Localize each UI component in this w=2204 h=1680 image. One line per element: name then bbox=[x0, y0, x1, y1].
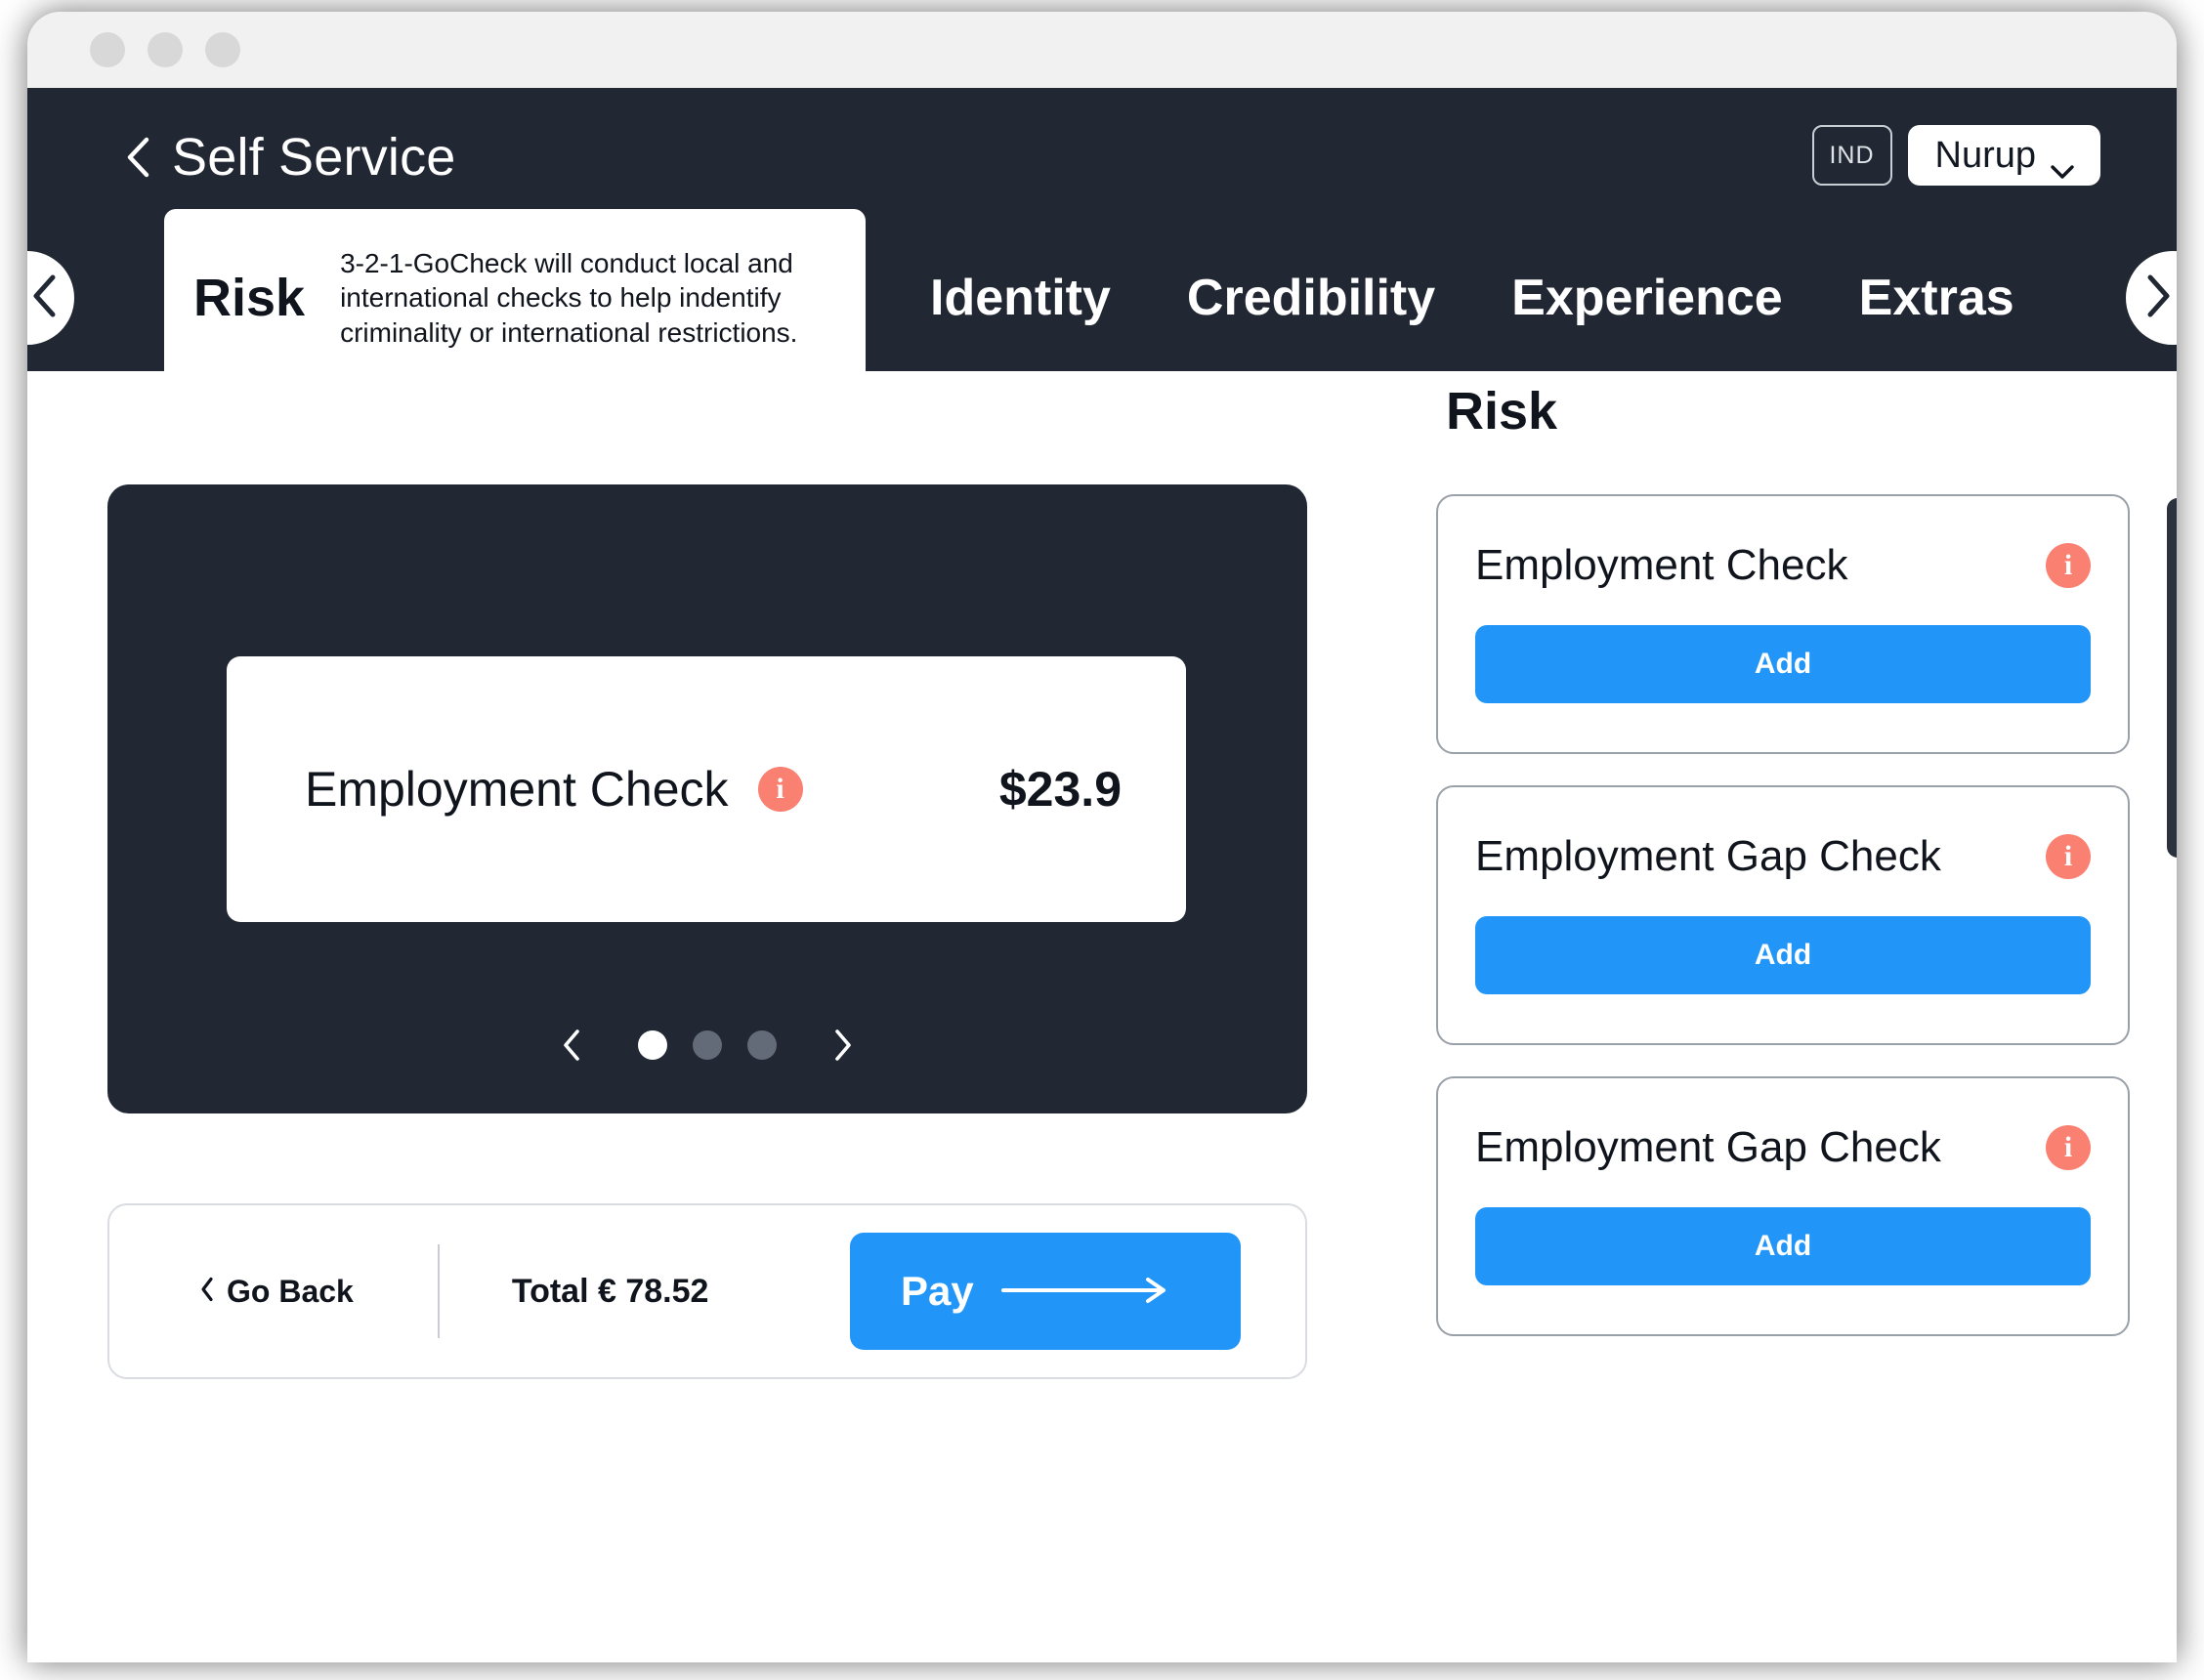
header-actions: IND Nurup bbox=[1811, 125, 2100, 186]
add-check-button[interactable]: Add bbox=[1475, 625, 2091, 703]
close-window-button[interactable] bbox=[90, 32, 125, 67]
tab-list: Risk 3-2-1-GoCheck will conduct local an… bbox=[27, 209, 2177, 387]
category-tab-strip: Risk 3-2-1-GoCheck will conduct local an… bbox=[27, 209, 2177, 387]
main-content: Employment Check i $23.9 Go Back Total €… bbox=[27, 371, 2177, 1660]
header-top-row: Self Service IND Nurup bbox=[27, 88, 2177, 225]
chevron-left-icon bbox=[29, 273, 59, 323]
order-total: Total € 78.52 bbox=[511, 1272, 709, 1310]
check-card: Employment Check i Add bbox=[1436, 494, 2130, 754]
check-card-header: Employment Check i bbox=[1475, 541, 2091, 590]
info-icon[interactable]: i bbox=[2046, 543, 2091, 588]
tab-identity[interactable]: Identity bbox=[930, 269, 1111, 327]
go-back-button[interactable]: Go Back bbox=[199, 1274, 354, 1310]
add-check-button[interactable]: Add bbox=[1475, 916, 2091, 994]
panel-title: Risk bbox=[1446, 382, 1558, 441]
minimize-window-button[interactable] bbox=[148, 32, 183, 67]
check-card: Employment Gap Check i Add bbox=[1436, 1076, 2130, 1336]
available-checks-panel: Risk Employment Check i Add Employment G… bbox=[1405, 371, 2177, 1660]
checkout-divider bbox=[437, 1244, 440, 1338]
check-card: Employment Gap Check i Add bbox=[1436, 785, 2130, 1045]
carousel-next-button[interactable] bbox=[831, 1028, 855, 1063]
check-card-title: Employment Gap Check bbox=[1475, 832, 1941, 880]
pay-button-label: Pay bbox=[901, 1268, 974, 1314]
carousel-prev-button[interactable] bbox=[560, 1028, 583, 1063]
check-card-header: Employment Gap Check i bbox=[1475, 1123, 2091, 1172]
go-back-label: Go Back bbox=[227, 1273, 354, 1309]
chevron-right-icon bbox=[2143, 273, 2173, 323]
tab-extras[interactable]: Extras bbox=[1859, 269, 2014, 327]
window-titlebar bbox=[27, 12, 2177, 88]
tab-risk-active[interactable]: Risk 3-2-1-GoCheck will conduct local an… bbox=[164, 209, 866, 387]
app-header: Self Service IND Nurup Risk 3-2-1-GoChec… bbox=[27, 88, 2177, 387]
check-card-title: Employment Gap Check bbox=[1475, 1123, 1941, 1171]
chevron-left-icon bbox=[199, 1274, 215, 1310]
pay-button[interactable]: Pay bbox=[850, 1233, 1241, 1350]
check-card-title: Employment Check bbox=[1475, 541, 1848, 589]
arrow-right-icon bbox=[1000, 1277, 1169, 1307]
page-title: Self Service bbox=[172, 128, 456, 187]
add-check-button[interactable]: Add bbox=[1475, 1207, 2091, 1285]
check-card-list: Employment Check i Add Employment Gap Ch… bbox=[1436, 494, 2130, 1336]
cart-item-price: $23.9 bbox=[998, 762, 1122, 817]
carousel-nav bbox=[107, 1028, 1307, 1063]
panel-scrollbar-thumb[interactable] bbox=[2167, 498, 2177, 858]
cart-column: Employment Check i $23.9 Go Back Total €… bbox=[27, 371, 1405, 1660]
account-dropdown[interactable]: Nurup bbox=[1907, 125, 2100, 186]
check-card-header: Employment Gap Check i bbox=[1475, 832, 2091, 881]
back-to-self-service-link[interactable]: Self Service bbox=[125, 131, 456, 184]
traffic-light-buttons bbox=[90, 32, 240, 67]
maximize-window-button[interactable] bbox=[205, 32, 240, 67]
tab-risk-label: Risk bbox=[193, 269, 306, 327]
info-icon[interactable]: i bbox=[2046, 1125, 2091, 1170]
tab-risk-description: 3-2-1-GoCheck will conduct local and int… bbox=[340, 247, 798, 348]
checkout-bar: Go Back Total € 78.52 Pay bbox=[107, 1203, 1307, 1379]
country-badge[interactable]: IND bbox=[1811, 125, 1892, 186]
chevron-down-icon bbox=[2050, 147, 2075, 179]
cart-item-row[interactable]: Employment Check i $23.9 bbox=[227, 656, 1186, 922]
account-name-label: Nurup bbox=[1934, 134, 2037, 176]
carousel-dot-2[interactable] bbox=[693, 1030, 722, 1060]
info-icon[interactable]: i bbox=[2046, 834, 2091, 879]
carousel-dot-3[interactable] bbox=[747, 1030, 777, 1060]
chevron-left-icon bbox=[125, 137, 150, 178]
app-window: Self Service IND Nurup Risk 3-2-1-GoChec… bbox=[27, 12, 2177, 1662]
info-icon[interactable]: i bbox=[757, 767, 803, 812]
tab-experience[interactable]: Experience bbox=[1511, 269, 1783, 327]
tab-credibility[interactable]: Credibility bbox=[1187, 269, 1435, 327]
carousel-dot-1[interactable] bbox=[638, 1030, 667, 1060]
cart-item-name: Employment Check bbox=[305, 762, 729, 817]
cart-carousel-panel: Employment Check i $23.9 bbox=[107, 484, 1307, 1113]
